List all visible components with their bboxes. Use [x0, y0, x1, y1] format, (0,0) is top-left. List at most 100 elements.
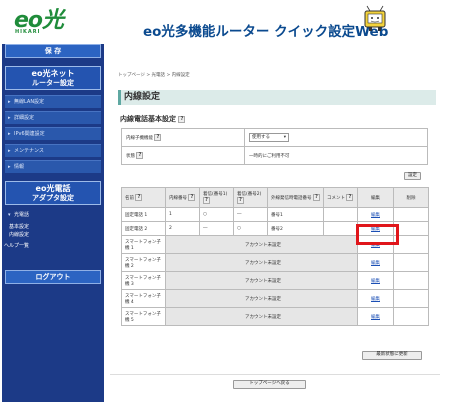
extension-table: 名前 ? 内線番号 ? 着信(番号1) ? 着信(番号2) ? 外線発信時電話番…: [121, 187, 429, 326]
arrow-icon: ▸: [8, 99, 11, 105]
row-in2: ○: [233, 221, 268, 236]
net-header-line2: ルーター設定: [32, 79, 74, 87]
row-delete: [393, 207, 429, 222]
row-delete: [393, 253, 429, 272]
col-header-outgoing-number: 外線発信時電話番号 ?: [267, 187, 324, 208]
divider: [110, 374, 440, 375]
sidebar: 保 存 eo光ネット ルーター設定 ▸ 無線LAN設定 ▸ 詳細設定 ▸ IPv6関連…: [2, 44, 104, 402]
edit-link[interactable]: 編集: [371, 297, 380, 302]
arrow-icon: ▾: [8, 212, 11, 218]
row-comment: [323, 221, 358, 236]
sidebar-item-info[interactable]: ▸ 情報: [5, 160, 101, 173]
table-row: スマートフォン子機 4 アカウント未設定 編集: [121, 289, 429, 308]
status-value: 一時的にご利用不可: [244, 146, 428, 165]
row-out: 番号1: [267, 207, 324, 222]
row-in1: ○: [199, 207, 234, 222]
edit-link[interactable]: 編集: [371, 261, 380, 266]
logout-button[interactable]: ログアウト: [5, 270, 101, 284]
page-header-title: eo光多機能ルーター クイック設定Web: [143, 24, 389, 40]
net-router-settings-header[interactable]: eo光ネット ルーター設定: [5, 66, 101, 90]
edit-link[interactable]: 編集: [371, 315, 380, 320]
table-cell: 状態 ?: [121, 146, 245, 165]
help-icon[interactable]: ?: [188, 194, 196, 201]
table-cell: 編集: [357, 307, 394, 326]
account-unset-cell: アカウント未設定: [165, 271, 358, 290]
sidebar-item-wireless-lan[interactable]: ▸ 無線LAN設定: [5, 95, 101, 108]
table-row: スマートフォン子機 5 アカウント未設定 編集: [121, 307, 429, 326]
col-header-ext-number: 内線番号 ?: [165, 187, 200, 208]
table-cell: 使用する ▾: [244, 128, 428, 147]
table-cell: 編集: [357, 207, 394, 222]
sidebar-item-label: 光電話: [14, 212, 30, 218]
arrow-icon: ▸: [8, 115, 11, 121]
row-name: 固定電話 2: [121, 221, 166, 236]
help-icon[interactable]: ?: [237, 197, 244, 204]
sidebar-sub-extension-settings[interactable]: 内線設定: [9, 231, 29, 238]
help-icon[interactable]: ?: [178, 115, 186, 123]
row-name: 固定電話 1: [121, 207, 166, 222]
tv-mascot-icon: [364, 5, 386, 31]
row-delete: [393, 289, 429, 308]
save-button[interactable]: 保 存: [5, 44, 101, 58]
row-name: スマートフォン子機 2: [121, 253, 166, 272]
sidebar-item-maintenance[interactable]: ▸ メンテナンス: [5, 144, 101, 157]
edit-highlight-box: [356, 224, 399, 245]
sidebar-item-hikari-denwa[interactable]: ▾ 光電話: [5, 209, 101, 222]
help-icon[interactable]: ?: [154, 134, 162, 141]
edit-link[interactable]: 編集: [371, 213, 380, 218]
sidebar-sub-basic-settings[interactable]: 基本設定: [9, 223, 29, 230]
col-header-incoming-2: 着信(番号2) ?: [233, 187, 268, 208]
table-header-row: 名前 ? 内線番号 ? 着信(番号1) ? 着信(番号2) ? 外線発信時電話番…: [121, 187, 429, 208]
sidebar-item-ipv6[interactable]: ▸ IPv6関連設定: [5, 127, 101, 140]
row-ext: 1: [165, 207, 200, 222]
phone-header-line1: eo光電話: [35, 184, 71, 193]
sidebar-item-label: IPv6関連設定: [14, 131, 45, 137]
help-icon[interactable]: ?: [346, 194, 354, 201]
basic-settings-table: 内線子機機能 ? 使用する ▾ 状態 ? 一時的にご利用不可: [121, 128, 428, 165]
chevron-down-icon: ▾: [283, 135, 286, 140]
arrow-icon: ▸: [8, 131, 11, 137]
refresh-button[interactable]: 最新状態に更新: [362, 351, 422, 360]
row-in1: ―: [199, 221, 234, 236]
help-icon[interactable]: ?: [136, 152, 144, 159]
account-unset-cell: アカウント未設定: [165, 253, 358, 272]
handset-function-label: 内線子機機能: [126, 136, 153, 141]
eo-hikari-logo: eo光 HIKARI: [12, 2, 82, 36]
row-name: スマートフォン子機 1: [121, 235, 166, 254]
breadcrumb: トップページ > 光電話 > 内線設定: [118, 73, 190, 78]
row-delete: [393, 271, 429, 290]
row-name: スマートフォン子機 4: [121, 289, 166, 308]
row-name: スマートフォン子機 3: [121, 271, 166, 290]
edit-link[interactable]: 編集: [371, 279, 380, 284]
row-delete: [393, 307, 429, 326]
col-header-edit: 編集: [357, 187, 394, 208]
sidebar-item-advanced[interactable]: ▸ 詳細設定: [5, 111, 101, 124]
sidebar-help-list[interactable]: ヘルプ一覧: [4, 242, 29, 249]
status-label: 状態: [126, 154, 135, 159]
help-icon[interactable]: ?: [135, 194, 143, 201]
row-out: 番号2: [267, 221, 324, 236]
phone-adapter-settings-header[interactable]: eo光電話 アダプタ設定: [5, 181, 101, 205]
table-row: 内線子機機能 ? 使用する ▾: [121, 128, 428, 147]
table-cell: 内線子機機能 ?: [121, 128, 245, 147]
net-header-line1: eo光ネット: [31, 69, 75, 78]
help-icon[interactable]: ?: [203, 197, 210, 204]
back-to-top-button[interactable]: トップページへ戻る: [233, 380, 306, 389]
account-unset-cell: アカウント未設定: [165, 235, 358, 254]
table-cell: 編集: [357, 271, 394, 290]
help-icon[interactable]: ?: [312, 194, 320, 201]
row-ext: 2: [165, 221, 200, 236]
handset-function-select[interactable]: 使用する ▾: [249, 133, 289, 142]
logo-sub: HIKARI: [15, 29, 41, 35]
arrow-icon: ▸: [8, 164, 11, 170]
table-row: スマートフォン子機 3 アカウント未設定 編集: [121, 271, 429, 290]
sidebar-item-label: 詳細設定: [14, 115, 35, 121]
page-title: 内線設定: [118, 90, 436, 105]
arrow-icon: ▸: [8, 148, 11, 154]
table-cell: 編集: [357, 289, 394, 308]
basic-settings-title-text: 内線電話基本設定: [120, 115, 176, 123]
col-header-name: 名前 ?: [121, 187, 166, 208]
apply-settings-button[interactable]: 設定: [404, 172, 421, 180]
sidebar-item-label: メンテナンス: [14, 148, 44, 154]
basic-settings-title: 内線電話基本設定 ?: [120, 114, 186, 124]
